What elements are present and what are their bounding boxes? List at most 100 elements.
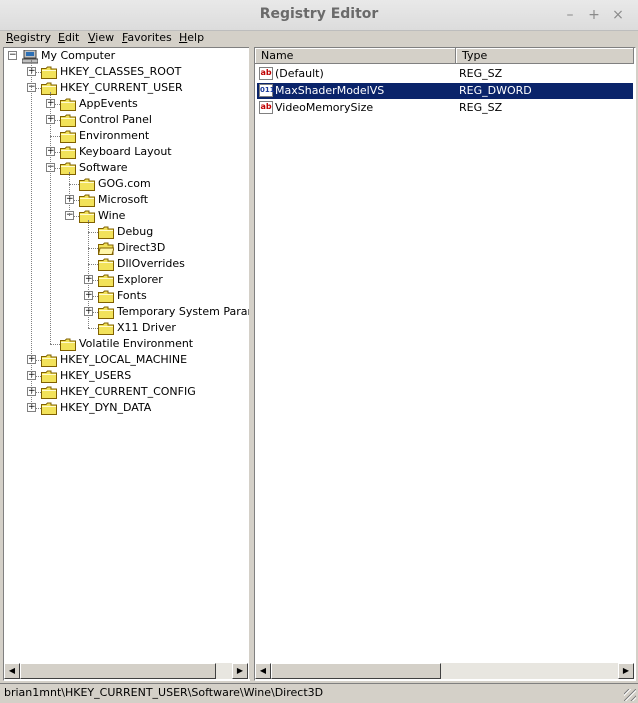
tree-node[interactable]: + Explorer: [4, 272, 249, 288]
menu-favorites[interactable]: Favorites: [122, 30, 172, 45]
collapse-icon[interactable]: −: [8, 51, 17, 60]
column-header-type[interactable]: Type: [456, 48, 634, 64]
string-value-icon: ab: [259, 101, 273, 114]
folder-icon: [60, 114, 76, 127]
value-row[interactable]: ab (Default) REG_SZ: [257, 66, 633, 82]
tree-node[interactable]: Debug: [4, 224, 249, 240]
menu-view[interactable]: View: [88, 30, 114, 45]
tree-node[interactable]: Direct3D: [4, 240, 249, 256]
list-hscrollbar[interactable]: ◀ ▶: [255, 663, 634, 679]
folder-icon: [79, 194, 95, 207]
tree-node[interactable]: + Control Panel: [4, 112, 249, 128]
close-button[interactable]: ×: [608, 5, 628, 25]
value-name: (Default): [275, 67, 324, 80]
tree-node[interactable]: + Fonts: [4, 288, 249, 304]
folder-icon: [98, 226, 114, 239]
value-row[interactable]: 011 MaxShaderModelVS REG_DWORD: [257, 83, 633, 99]
tree-node[interactable]: + AppEvents: [4, 96, 249, 112]
folder-open-icon: [97, 242, 115, 255]
menu-edit[interactable]: Edit: [58, 30, 79, 45]
folder-icon: [98, 322, 114, 335]
value-list[interactable]: Name Type ab (Default) REG_SZ 011 MaxShaderM…: [254, 47, 636, 681]
folder-icon: [60, 146, 76, 159]
tree-node-label: Microsoft: [98, 193, 149, 206]
tree-node-label: HKEY_DYN_DATA: [60, 401, 152, 414]
list-scroll-right-button[interactable]: ▶: [618, 663, 634, 679]
tree-node-label: Direct3D: [117, 241, 166, 254]
tree-node[interactable]: + HKEY_USERS: [4, 368, 249, 384]
registry-tree[interactable]: − My Computer + HKEY_CLASSES_ROOT − HKEY_CURR…: [3, 47, 250, 681]
tree-node[interactable]: − HKEY_CURRENT_USER: [4, 80, 249, 96]
tree-node[interactable]: + Microsoft: [4, 192, 249, 208]
folder-icon: [60, 162, 76, 175]
folder-icon: [98, 290, 114, 303]
status-path: brian1mnt\HKEY_CURRENT_USER\Software\Win…: [4, 686, 324, 699]
list-scroll-left-button[interactable]: ◀: [255, 663, 271, 679]
menu-registry[interactable]: Registry: [6, 30, 51, 45]
tree-node[interactable]: + HKEY_CLASSES_ROOT: [4, 64, 249, 80]
resize-grip-icon[interactable]: [624, 689, 636, 701]
tree-node[interactable]: Environment: [4, 128, 249, 144]
value-name: MaxShaderModelVS: [275, 84, 385, 97]
tree-node[interactable]: − My Computer: [4, 48, 249, 64]
tree-scroll-right-button[interactable]: ▶: [232, 663, 248, 679]
binary-value-icon: 011: [259, 84, 275, 97]
tree-connector: [50, 92, 51, 344]
tree-node[interactable]: + HKEY_CURRENT_CONFIG: [4, 384, 249, 400]
menu-label: iew: [95, 31, 115, 44]
value-type: REG_SZ: [459, 101, 503, 114]
menu-help[interactable]: Help: [179, 30, 204, 45]
menu-bar: Registry Edit View Favorites Help: [0, 30, 638, 46]
folder-icon: [41, 386, 57, 399]
folder-icon: [79, 210, 95, 223]
folder-icon: [60, 338, 76, 351]
value-row[interactable]: ab VideoMemorySize REG_SZ: [257, 100, 633, 116]
tree-connector: [88, 248, 98, 249]
minimize-button[interactable]: –: [560, 5, 580, 25]
title-bar: Registry Editor – + ×: [0, 0, 638, 31]
list-scroll-thumb[interactable]: [271, 663, 441, 679]
column-header-name[interactable]: Name: [255, 48, 456, 64]
tree-node-label: My Computer: [41, 49, 116, 62]
tree-node[interactable]: − Software: [4, 160, 249, 176]
status-bar: brian1mnt\HKEY_CURRENT_USER\Software\Win…: [0, 683, 638, 703]
tree-node[interactable]: + Keyboard Layout: [4, 144, 249, 160]
tree-hscrollbar[interactable]: ◀ ▶: [4, 663, 248, 679]
tree-connector: [69, 172, 70, 216]
tree-node[interactable]: GOG.com: [4, 176, 249, 192]
tree-connector: [88, 264, 98, 265]
pane-splitter[interactable]: [249, 47, 253, 679]
tree-node[interactable]: +Temporary System Paramet: [4, 304, 249, 320]
tree-node-label: X11 Driver: [117, 321, 176, 334]
tree-node-label: Software: [79, 161, 128, 174]
folder-icon: [41, 66, 57, 79]
tree-node-label: HKEY_CURRENT_CONFIG: [60, 385, 196, 398]
tree-node-label: GOG.com: [98, 177, 151, 190]
tree-node-label: Environment: [79, 129, 150, 142]
menu-label: avorites: [127, 31, 172, 44]
tree-node[interactable]: + HKEY_LOCAL_MACHINE: [4, 352, 249, 368]
folder-icon: [79, 178, 95, 191]
value-type: REG_SZ: [459, 67, 503, 80]
computer-icon: [21, 49, 39, 64]
tree-node[interactable]: − Wine: [4, 208, 249, 224]
tree-connector: [88, 220, 89, 328]
string-value-icon: ab: [259, 67, 273, 80]
folder-icon: [60, 130, 76, 143]
tree-node-label: AppEvents: [79, 97, 138, 110]
tree-node[interactable]: + HKEY_DYN_DATA: [4, 400, 249, 416]
tree-node-label: Control Panel: [79, 113, 152, 126]
tree-scroll-left-button[interactable]: ◀: [4, 663, 20, 679]
folder-icon: [41, 354, 57, 367]
folder-icon: [41, 402, 57, 415]
tree-node[interactable]: Volatile Environment: [4, 336, 249, 352]
maximize-button[interactable]: +: [584, 5, 604, 25]
tree-node-label: Volatile Environment: [79, 337, 194, 350]
tree-node[interactable]: DllOverrides: [4, 256, 249, 272]
tree-connector: [50, 136, 60, 137]
tree-node[interactable]: X11 Driver: [4, 320, 249, 336]
tree-node-label: Wine: [98, 209, 126, 222]
tree-node-label: HKEY_LOCAL_MACHINE: [60, 353, 188, 366]
tree-scroll-thumb[interactable]: [20, 663, 216, 679]
folder-icon: [98, 274, 114, 287]
